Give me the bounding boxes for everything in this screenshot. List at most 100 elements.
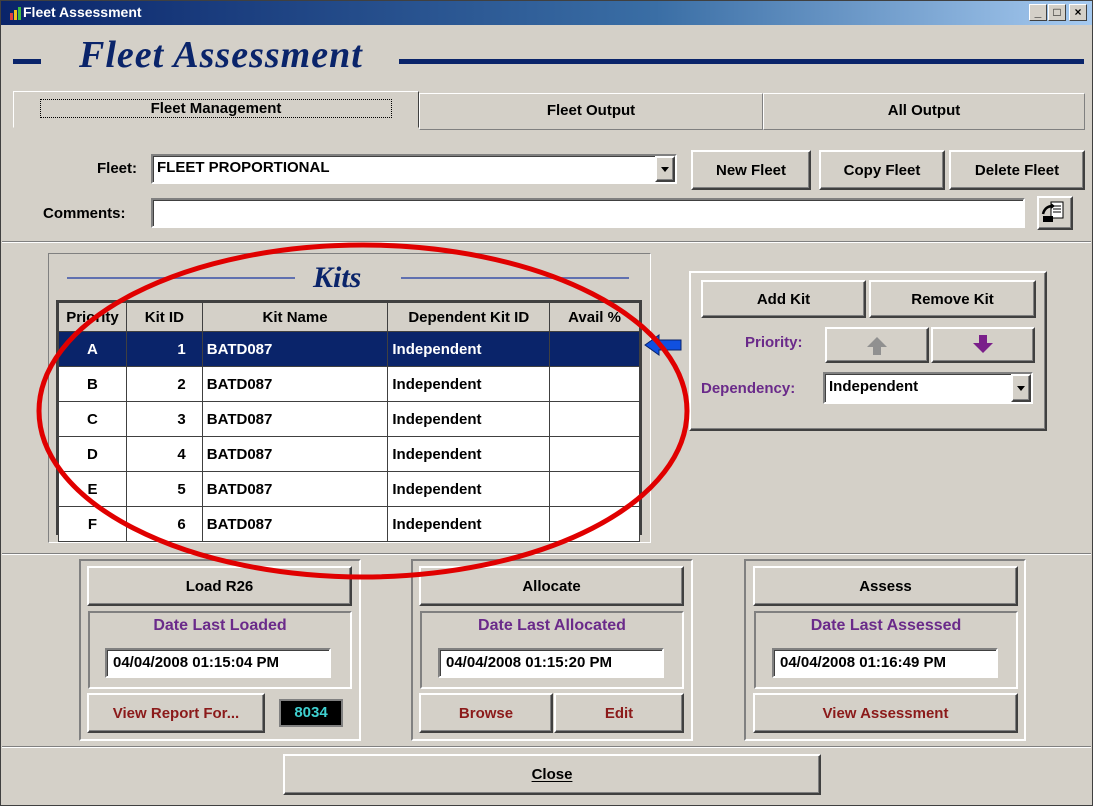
- cell-priority[interactable]: A: [58, 331, 127, 367]
- table-row[interactable]: C 3 BATD087 Independent: [58, 401, 640, 437]
- dependency-label: Dependency:: [701, 380, 796, 397]
- separator: [2, 746, 1091, 748]
- edit-button[interactable]: Edit: [554, 693, 684, 733]
- view-report-button[interactable]: View Report For...: [87, 693, 265, 733]
- table-row[interactable]: D 4 BATD087 Independent: [58, 436, 640, 472]
- load-r26-button[interactable]: Load R26: [87, 566, 352, 606]
- tab-fleet-management[interactable]: Fleet Management: [13, 91, 419, 128]
- cell-kit-id[interactable]: 4: [125, 436, 203, 472]
- table-row[interactable]: B 2 BATD087 Independent: [58, 366, 640, 402]
- cell-dependent[interactable]: Independent: [387, 401, 551, 437]
- table-row[interactable]: A 1 BATD087 Independent: [58, 331, 640, 367]
- header-rule-right: [399, 59, 1084, 64]
- browse-button[interactable]: Browse: [419, 693, 553, 733]
- close-button-label: Close: [531, 766, 573, 783]
- cell-dependent[interactable]: Independent: [387, 506, 551, 542]
- application-window: Fleet Assessment _ □ × Fleet Assessment …: [0, 0, 1093, 806]
- dependency-select[interactable]: Independent: [823, 372, 1033, 404]
- cell-priority[interactable]: B: [58, 366, 127, 402]
- copy-fleet-button[interactable]: Copy Fleet: [819, 150, 945, 190]
- table-row[interactable]: E 5 BATD087 Independent: [58, 471, 640, 507]
- add-kit-button[interactable]: Add Kit: [701, 280, 866, 318]
- date-last-allocated-caption: Date Last Allocated: [478, 617, 626, 634]
- cell-kit-name[interactable]: BATD087: [201, 366, 389, 402]
- cell-kit-id[interactable]: 6: [125, 506, 203, 542]
- arrow-down-icon: [973, 335, 993, 353]
- cell-kit-id[interactable]: 5: [125, 471, 203, 507]
- cell-avail[interactable]: [549, 331, 640, 367]
- page-title: Fleet Assessment: [79, 34, 363, 76]
- notepad-button[interactable]: [1037, 196, 1073, 230]
- comments-label: Comments:: [43, 205, 126, 222]
- kits-table[interactable]: Priority Kit ID Kit Name Dependent Kit I…: [58, 302, 640, 542]
- column-header-kit-id[interactable]: Kit ID: [125, 302, 203, 332]
- minimize-icon[interactable]: _: [1029, 4, 1047, 21]
- tab-all-output[interactable]: All Output: [763, 93, 1085, 130]
- cell-dependent[interactable]: Independent: [387, 366, 551, 402]
- column-header-dependent-kit-id[interactable]: Dependent Kit ID: [387, 302, 551, 332]
- assess-button[interactable]: Assess: [753, 566, 1018, 606]
- chevron-down-icon[interactable]: [655, 156, 675, 182]
- cell-priority[interactable]: C: [58, 401, 127, 437]
- view-assessment-button[interactable]: View Assessment: [753, 693, 1018, 733]
- cell-dependent[interactable]: Independent: [387, 331, 551, 367]
- remove-kit-button[interactable]: Remove Kit: [869, 280, 1036, 318]
- fleet-select[interactable]: FLEET PROPORTIONAL: [151, 154, 677, 184]
- date-last-assessed-field: 04/04/2008 01:16:49 PM: [772, 648, 998, 678]
- cell-kit-id[interactable]: 2: [125, 366, 203, 402]
- kits-rule-right: [401, 277, 629, 279]
- comments-field[interactable]: [151, 198, 1025, 228]
- priority-up-button[interactable]: [825, 327, 929, 363]
- cell-avail[interactable]: [549, 401, 640, 437]
- date-last-loaded-caption: Date Last Loaded: [153, 617, 287, 634]
- column-header-priority[interactable]: Priority: [58, 302, 127, 332]
- cell-kit-name[interactable]: BATD087: [201, 331, 389, 367]
- cell-avail[interactable]: [549, 366, 640, 402]
- tab-label: Fleet Management: [39, 99, 393, 118]
- allocate-button[interactable]: Allocate: [419, 566, 684, 606]
- cell-kit-id[interactable]: 1: [125, 331, 203, 367]
- priority-down-button[interactable]: [931, 327, 1035, 363]
- report-number-display: 8034: [279, 699, 343, 727]
- cell-priority[interactable]: E: [58, 471, 127, 507]
- header-rule-left: [13, 59, 41, 64]
- cell-priority[interactable]: D: [58, 436, 127, 472]
- tab-fleet-output[interactable]: Fleet Output: [419, 93, 763, 130]
- cell-avail[interactable]: [549, 506, 640, 542]
- cell-avail[interactable]: [549, 471, 640, 507]
- kits-rule-left: [67, 277, 295, 279]
- delete-fleet-button[interactable]: Delete Fleet: [949, 150, 1085, 190]
- tab-label: Fleet Output: [546, 102, 636, 119]
- tab-label: All Output: [887, 102, 961, 119]
- fleet-label: Fleet:: [97, 160, 138, 177]
- separator: [2, 553, 1091, 555]
- cell-kit-name[interactable]: BATD087: [201, 436, 389, 472]
- cell-kit-name[interactable]: BATD087: [201, 401, 389, 437]
- new-fleet-button[interactable]: New Fleet: [691, 150, 811, 190]
- close-window-icon[interactable]: ×: [1069, 4, 1087, 21]
- window-title: Fleet Assessment: [23, 4, 142, 20]
- cell-dependent[interactable]: Independent: [387, 436, 551, 472]
- cell-kit-id[interactable]: 3: [125, 401, 203, 437]
- column-header-kit-name[interactable]: Kit Name: [201, 302, 389, 332]
- date-last-allocated-field: 04/04/2008 01:15:20 PM: [438, 648, 664, 678]
- kits-title: Kits: [313, 261, 362, 294]
- selected-row-arrow-icon: [644, 334, 682, 356]
- date-last-loaded-field: 04/04/2008 01:15:04 PM: [105, 648, 331, 678]
- cell-kit-name[interactable]: BATD087: [201, 506, 389, 542]
- priority-label: Priority:: [745, 334, 803, 351]
- cell-avail[interactable]: [549, 436, 640, 472]
- notepad-icon: [1041, 201, 1064, 222]
- kits-table-container[interactable]: Priority Kit ID Kit Name Dependent Kit I…: [56, 300, 642, 542]
- title-bar[interactable]: Fleet Assessment _ □ ×: [1, 1, 1092, 25]
- arrow-up-icon: [867, 337, 887, 355]
- fleet-value: FLEET PROPORTIONAL: [157, 159, 330, 176]
- cell-priority[interactable]: F: [58, 506, 127, 542]
- cell-dependent[interactable]: Independent: [387, 471, 551, 507]
- close-button[interactable]: Close: [283, 754, 821, 795]
- column-header-avail[interactable]: Avail %: [549, 302, 640, 332]
- table-row[interactable]: F 6 BATD087 Independent: [58, 506, 640, 542]
- maximize-icon[interactable]: □: [1048, 4, 1066, 21]
- cell-kit-name[interactable]: BATD087: [201, 471, 389, 507]
- chevron-down-icon[interactable]: [1011, 374, 1031, 402]
